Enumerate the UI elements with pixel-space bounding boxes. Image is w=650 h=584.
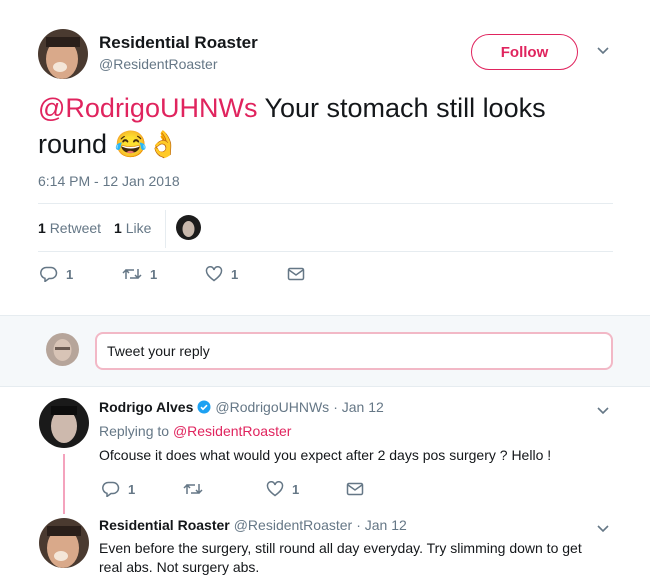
retweet-icon — [122, 268, 142, 280]
reply1-retweet-action[interactable] — [183, 481, 203, 497]
author-handle[interactable]: @ResidentRoaster — [99, 56, 218, 72]
reply1-like-count: 1 — [292, 481, 300, 497]
follow-button[interactable]: Follow — [471, 34, 578, 70]
reply-count: 1 — [66, 266, 74, 282]
reply-action[interactable]: 1 — [40, 266, 73, 282]
more-options-chevron-icon[interactable] — [596, 43, 610, 61]
reply2-text-line2: real abs. Not surgery abs. — [99, 559, 260, 575]
stats-separator — [165, 210, 166, 248]
reply1-author-handle[interactable]: @RodrigoUHNWs — [215, 399, 329, 415]
retweet-stat-count: 1 — [38, 220, 46, 236]
reply1-more-chevron-icon[interactable] — [596, 403, 610, 421]
reply-icon — [102, 481, 120, 497]
reply1-reply-action[interactable]: 1 — [102, 481, 135, 497]
verified-icon — [197, 400, 211, 414]
tweet-text-line1: Your stomach still looks — [257, 93, 546, 123]
like-stat-count: 1 — [114, 220, 122, 236]
reply1-dm-action[interactable] — [346, 481, 364, 497]
heart-icon — [266, 481, 284, 497]
reply1-replying-to: Replying to @ResidentRoaster — [99, 423, 291, 439]
dm-action[interactable] — [287, 266, 305, 282]
reply2-author-name[interactable]: Residential Roaster — [99, 517, 230, 533]
replying-to-link[interactable]: @ResidentRoaster — [173, 423, 292, 439]
reply1-date[interactable]: · Jan 12 — [333, 399, 384, 415]
divider-mid — [38, 251, 613, 252]
heart-icon — [205, 266, 223, 282]
author-avatar[interactable] — [38, 29, 88, 79]
like-stat[interactable]: 1 Like — [114, 220, 151, 236]
reply2-text-line1: Even before the surgery, still round all… — [99, 540, 582, 556]
retweet-count: 1 — [150, 266, 158, 282]
retweet-action[interactable]: 1 — [122, 266, 157, 282]
like-stat-label: Like — [125, 220, 152, 236]
reply2-more-chevron-icon[interactable] — [596, 521, 610, 539]
retweet-stat-label: Retweet — [49, 220, 102, 236]
reply1-reply-count: 1 — [128, 481, 136, 497]
reply2-author-handle[interactable]: @ResidentRoaster — [234, 517, 353, 533]
reply2-header: Residential Roaster @ResidentRoaster · J… — [99, 517, 407, 533]
reply1-header: Rodrigo Alves @RodrigoUHNWs · Jan 12 — [99, 399, 384, 415]
reply1-like-action[interactable]: 1 — [266, 481, 299, 497]
reply2-avatar[interactable] — [39, 518, 89, 568]
composer-bottom-border — [0, 386, 650, 387]
current-user-avatar[interactable] — [46, 333, 79, 366]
divider-top — [38, 203, 613, 204]
reply2-date[interactable]: · Jan 12 — [356, 517, 407, 533]
reply1-author-name[interactable]: Rodrigo Alves — [99, 399, 193, 415]
envelope-icon — [346, 482, 364, 496]
reply-icon — [40, 266, 58, 282]
reply-composer: Tweet your reply — [0, 315, 650, 387]
thread-connector — [63, 454, 65, 514]
replying-to-prefix: Replying to — [99, 423, 173, 439]
reply1-text: Ofcouse it does what would you expect af… — [99, 447, 552, 463]
liker-avatar[interactable] — [176, 215, 201, 240]
like-action[interactable]: 1 — [205, 266, 238, 282]
like-count: 1 — [231, 266, 239, 282]
author-name[interactable]: Residential Roaster — [99, 33, 258, 53]
composer-top-border — [0, 315, 650, 316]
reply1-avatar[interactable] — [39, 398, 89, 448]
retweet-stat[interactable]: 1 Retweet — [38, 220, 101, 236]
tweet-text: @RodrigoUHNWs Your stomach still looks r… — [38, 90, 618, 162]
reply-input[interactable]: Tweet your reply — [95, 332, 613, 370]
mention-link[interactable]: @RodrigoUHNWs — [38, 93, 257, 123]
tweet-text-line2: round — [38, 129, 108, 159]
reply2-text: Even before the surgery, still round all… — [99, 539, 619, 577]
tweet-timestamp[interactable]: 6:14 PM - 12 Jan 2018 — [38, 173, 180, 189]
emoji-glyphs: 😂👌 — [114, 129, 180, 159]
envelope-icon — [287, 267, 305, 281]
retweet-icon — [183, 483, 203, 495]
